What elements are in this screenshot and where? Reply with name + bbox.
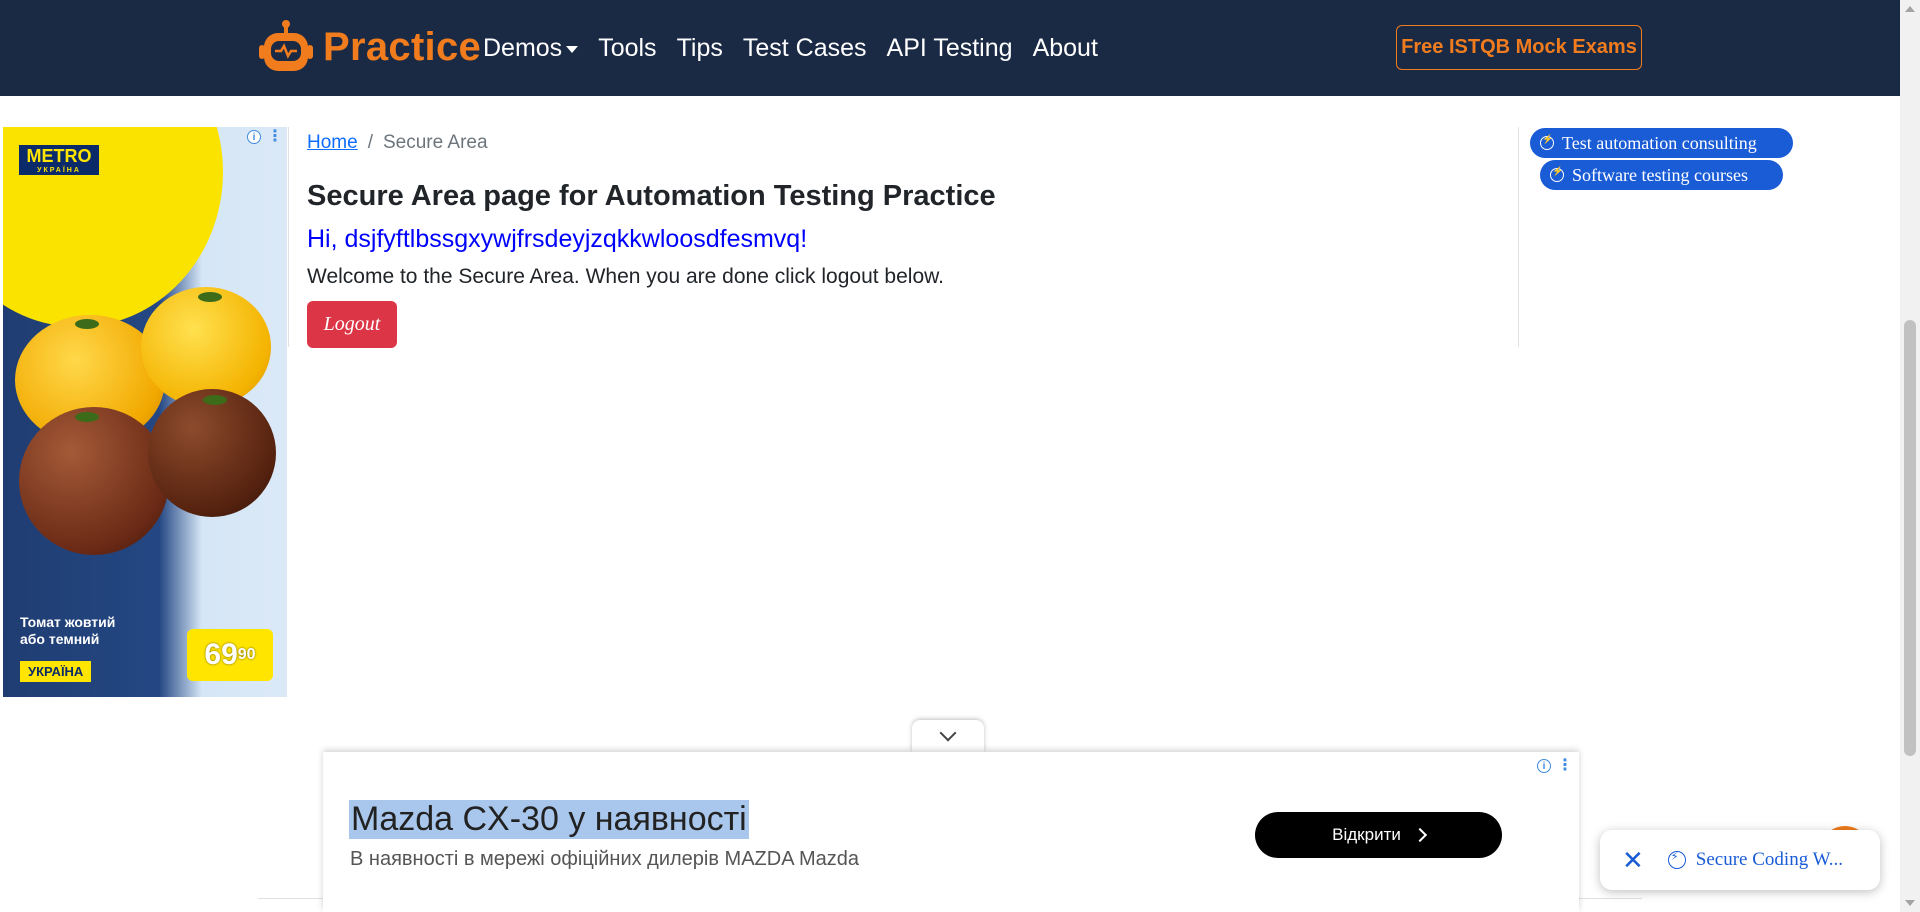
chevron-right-icon (1412, 827, 1427, 843)
kebab-icon[interactable]: ⋮ (1557, 758, 1573, 774)
breadcrumb: Home / Secure Area (307, 132, 488, 154)
ad-headline[interactable]: Mazda CX-30 у наявності (349, 800, 749, 839)
brand-link[interactable]: Practice (257, 18, 481, 76)
nav-demos-label: Demos (483, 34, 563, 62)
caret-down-icon (566, 45, 579, 53)
price-main: 69 (204, 638, 238, 671)
scroll-thumb[interactable] (1904, 320, 1916, 756)
page-scrollbar[interactable] (1900, 0, 1920, 912)
breadcrumb-separator: / (367, 132, 373, 153)
info-icon[interactable]: i (247, 130, 261, 144)
chevron-down-icon (939, 724, 957, 742)
nav-api-testing[interactable]: API Testing (887, 34, 1013, 63)
content-divider-left (288, 127, 289, 347)
metro-logo: METRO УКРАЇНА (19, 145, 99, 175)
ad-caption-line2: або темний (20, 631, 100, 647)
kebab-icon[interactable]: ⋮ (267, 129, 283, 145)
nav-test-cases[interactable]: Test Cases (743, 34, 867, 63)
promo-toast[interactable]: ✕ Secure Coding W... (1600, 830, 1880, 890)
dark-tomato-image (19, 407, 169, 555)
bolt-circle-icon (1550, 166, 1564, 182)
ad-subtitle: В наявності в мережі офіційних дилерів M… (350, 848, 860, 870)
ad-caption: Томат жовтий або темний (20, 614, 115, 648)
pill-label: Test automation consulting (1562, 132, 1757, 153)
nav-tools[interactable]: Tools (598, 34, 656, 63)
scroll-down-arrow-icon[interactable] (1905, 900, 1915, 906)
content-divider-right (1518, 127, 1519, 347)
pill-label: Software testing courses (1572, 164, 1748, 185)
bottom-advertisement[interactable]: i ⋮ Mazda CX-30 у наявності В наявності … (323, 752, 1579, 912)
nav-links: Demos Tools Tips Test Cases API Testing … (483, 34, 1118, 63)
tomato-stem (198, 292, 222, 302)
toast-text[interactable]: Secure Coding W... (1696, 849, 1843, 871)
page-title: Secure Area page for Automation Testing … (307, 180, 996, 212)
brand-name: Practice (323, 24, 482, 69)
tomato-stem (203, 395, 227, 405)
user-greeting: Hi, dsjfyftlbssgxywjfrsdeyjzqkkwloosdfes… (307, 225, 808, 253)
robot-icon (259, 20, 313, 71)
scroll-up-arrow-icon[interactable] (1905, 6, 1915, 12)
ad-choices[interactable]: i ⋮ (247, 129, 283, 145)
metro-logo-text: METRO (26, 145, 92, 166)
tomato-stem (75, 319, 99, 329)
bolt-circle-icon (1540, 134, 1554, 150)
nav-demos-dropdown[interactable]: Demos (483, 34, 579, 63)
info-icon[interactable]: i (1537, 759, 1551, 773)
welcome-message: Welcome to the Secure Area. When you are… (307, 265, 944, 288)
ad-choices[interactable]: i ⋮ (1537, 758, 1573, 774)
nav-about[interactable]: About (1033, 34, 1098, 63)
close-icon[interactable]: ✕ (1622, 847, 1644, 873)
bolt-circle-icon (1667, 850, 1686, 869)
dark-tomato-image (148, 389, 276, 517)
ad-caption-line1: Томат жовтий (20, 614, 116, 630)
ad-open-label: Відкрити (1332, 825, 1401, 844)
istqb-mock-exams-button[interactable]: Free ISTQB Mock Exams (1396, 25, 1642, 70)
test-automation-consulting-link[interactable]: Test automation consulting (1530, 128, 1793, 158)
breadcrumb-home-link[interactable]: Home (307, 132, 358, 154)
ad-origin-tag: УКРАЇНА (20, 661, 92, 682)
ad-open-button[interactable]: Відкрити (1255, 812, 1502, 858)
breadcrumb-current: Secure Area (382, 132, 488, 153)
collapse-ad-button[interactable] (912, 720, 984, 752)
top-navbar: Practice Demos Tools Tips Test Cases API… (0, 0, 1900, 96)
software-testing-courses-link[interactable]: Software testing courses (1540, 160, 1783, 190)
logout-button[interactable]: Logout (307, 301, 397, 348)
price-cents: 90 (237, 646, 256, 663)
left-advertisement[interactable]: METRO УКРАЇНА i ⋮ Томат жовтий або темни… (3, 127, 287, 697)
metro-logo-sub: УКРАЇНА (37, 166, 81, 174)
nav-tips[interactable]: Tips (677, 34, 723, 63)
ad-price-tag: 69 90 (187, 629, 273, 681)
tomato-stem (75, 412, 99, 422)
